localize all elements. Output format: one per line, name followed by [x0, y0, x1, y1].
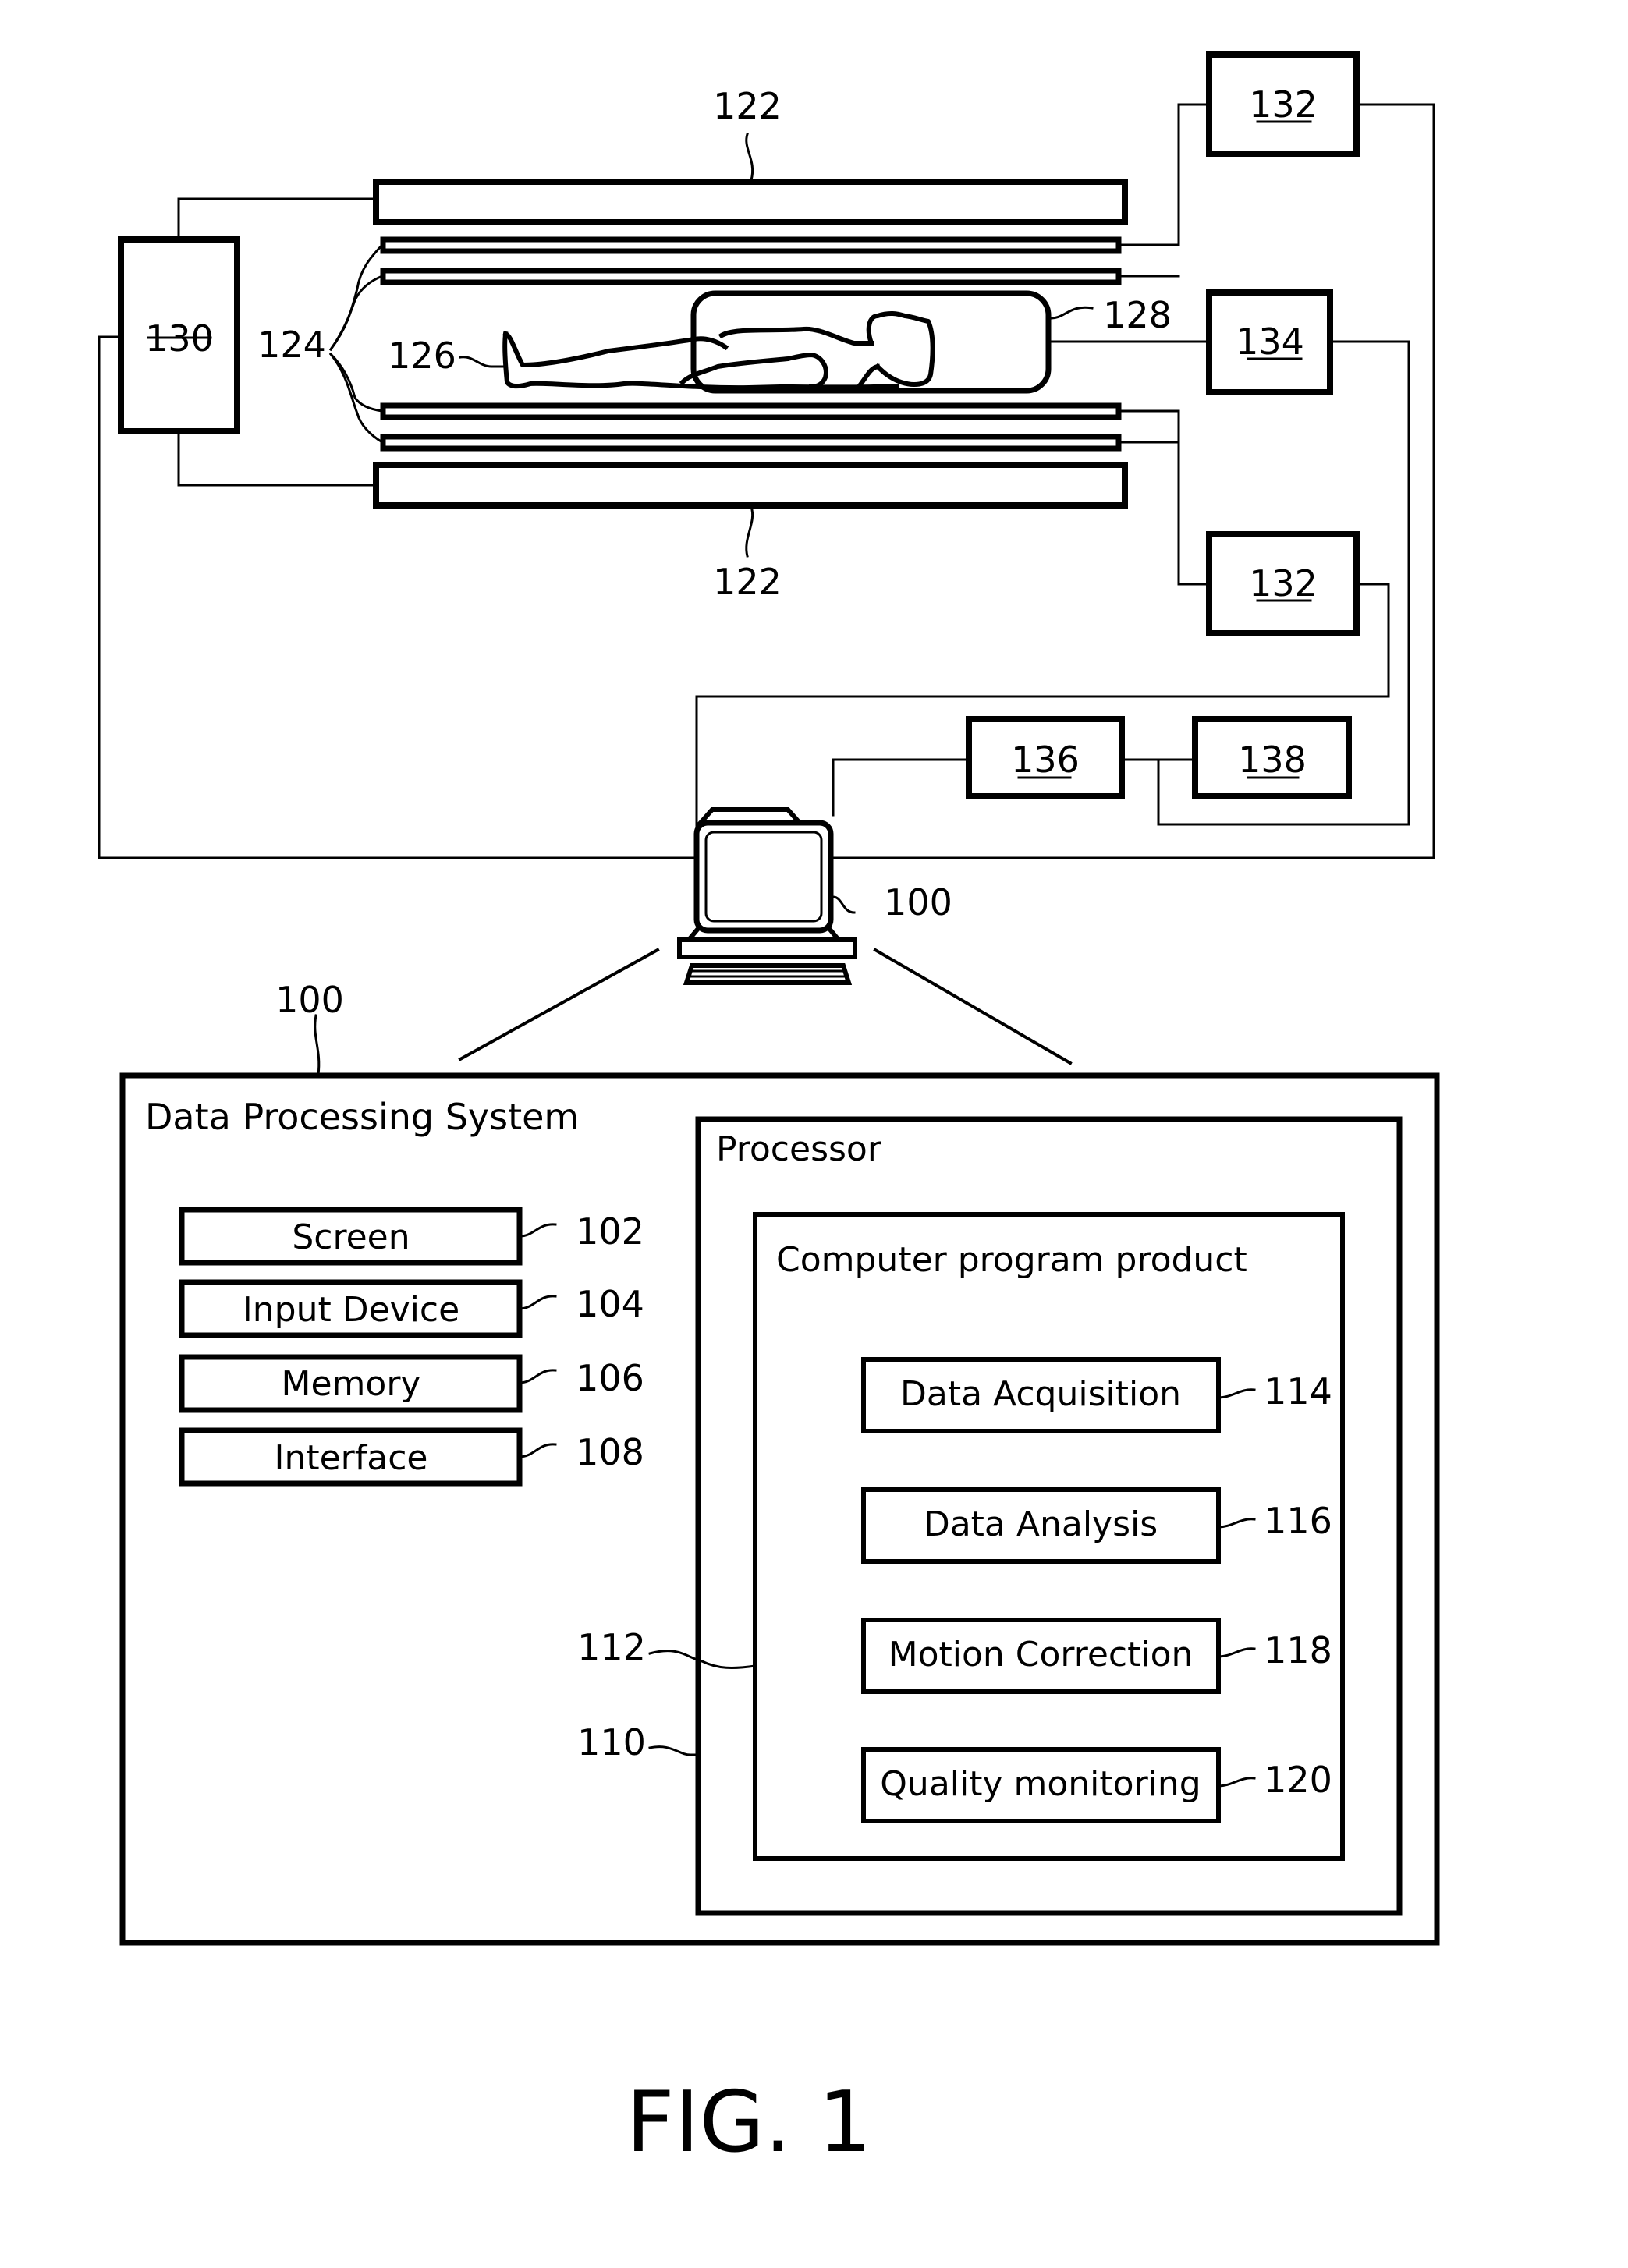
- data-processing-system-box: [119, 1072, 1440, 1946]
- label-124: 124: [257, 324, 326, 366]
- ref-112: 112: [577, 1626, 646, 1668]
- label-100-system: 100: [275, 979, 344, 1021]
- label-132-bottom: 132: [1249, 562, 1318, 604]
- main-magnet-bottom: [373, 462, 1128, 509]
- ref-120: 120: [1264, 1759, 1332, 1801]
- gradient-coil-2: [380, 268, 1122, 285]
- label-122-bottom: 122: [713, 561, 782, 603]
- label-122-top: 122: [713, 85, 782, 127]
- system-title: Data Processing System: [145, 1096, 579, 1138]
- label-128: 128: [1103, 294, 1172, 336]
- processor-title: Processor: [716, 1129, 882, 1169]
- leader-112: [648, 1650, 757, 1669]
- leader-100-computer: [832, 895, 856, 914]
- leader-122-bottom: [745, 505, 754, 558]
- quality-monitoring-label: Quality monitoring: [880, 1764, 1201, 1804]
- leader-122-top: [745, 133, 754, 182]
- ref-104: 104: [576, 1283, 644, 1325]
- data-analysis-label: Data Analysis: [924, 1504, 1158, 1544]
- ref-116: 116: [1264, 1500, 1332, 1542]
- ref-110: 110: [577, 1721, 646, 1763]
- label-138: 138: [1238, 739, 1307, 781]
- leader-110: [648, 1745, 700, 1756]
- ref-102: 102: [576, 1210, 644, 1253]
- label-134: 134: [1236, 321, 1304, 363]
- main-magnet-top: [373, 179, 1128, 225]
- ref-118: 118: [1264, 1629, 1332, 1671]
- ref-106: 106: [576, 1357, 644, 1399]
- label-132-top: 132: [1249, 83, 1318, 126]
- leader-128: [1047, 306, 1094, 320]
- screen-label: Screen: [292, 1217, 410, 1257]
- figure-caption: FIG. 1: [626, 2074, 871, 2171]
- input-device-label: Input Device: [243, 1290, 459, 1330]
- leader-100-system: [314, 1014, 321, 1076]
- patent-figure: 122 122 124 126 128 130 132 134 132 136 …: [98, 51, 1440, 2171]
- motion-correction-label: Motion Correction: [888, 1635, 1194, 1674]
- data-acquisition-label: Data Acquisition: [900, 1374, 1181, 1414]
- label-130: 130: [145, 317, 214, 360]
- ref-114: 114: [1264, 1370, 1332, 1412]
- label-136: 136: [1011, 739, 1080, 781]
- label-126: 126: [388, 335, 456, 377]
- gradient-coil-1: [380, 236, 1122, 254]
- leader-126: [459, 356, 507, 368]
- gradient-coil-3: [380, 402, 1122, 420]
- computer-icon: [677, 807, 857, 985]
- memory-label: Memory: [282, 1364, 421, 1404]
- subject-figure: [502, 311, 935, 392]
- interface-label: Interface: [275, 1438, 428, 1478]
- ref-108: 108: [576, 1431, 644, 1473]
- cpp-title: Computer program product: [776, 1240, 1247, 1280]
- gradient-coil-4: [380, 434, 1122, 452]
- label-100-computer: 100: [884, 881, 952, 923]
